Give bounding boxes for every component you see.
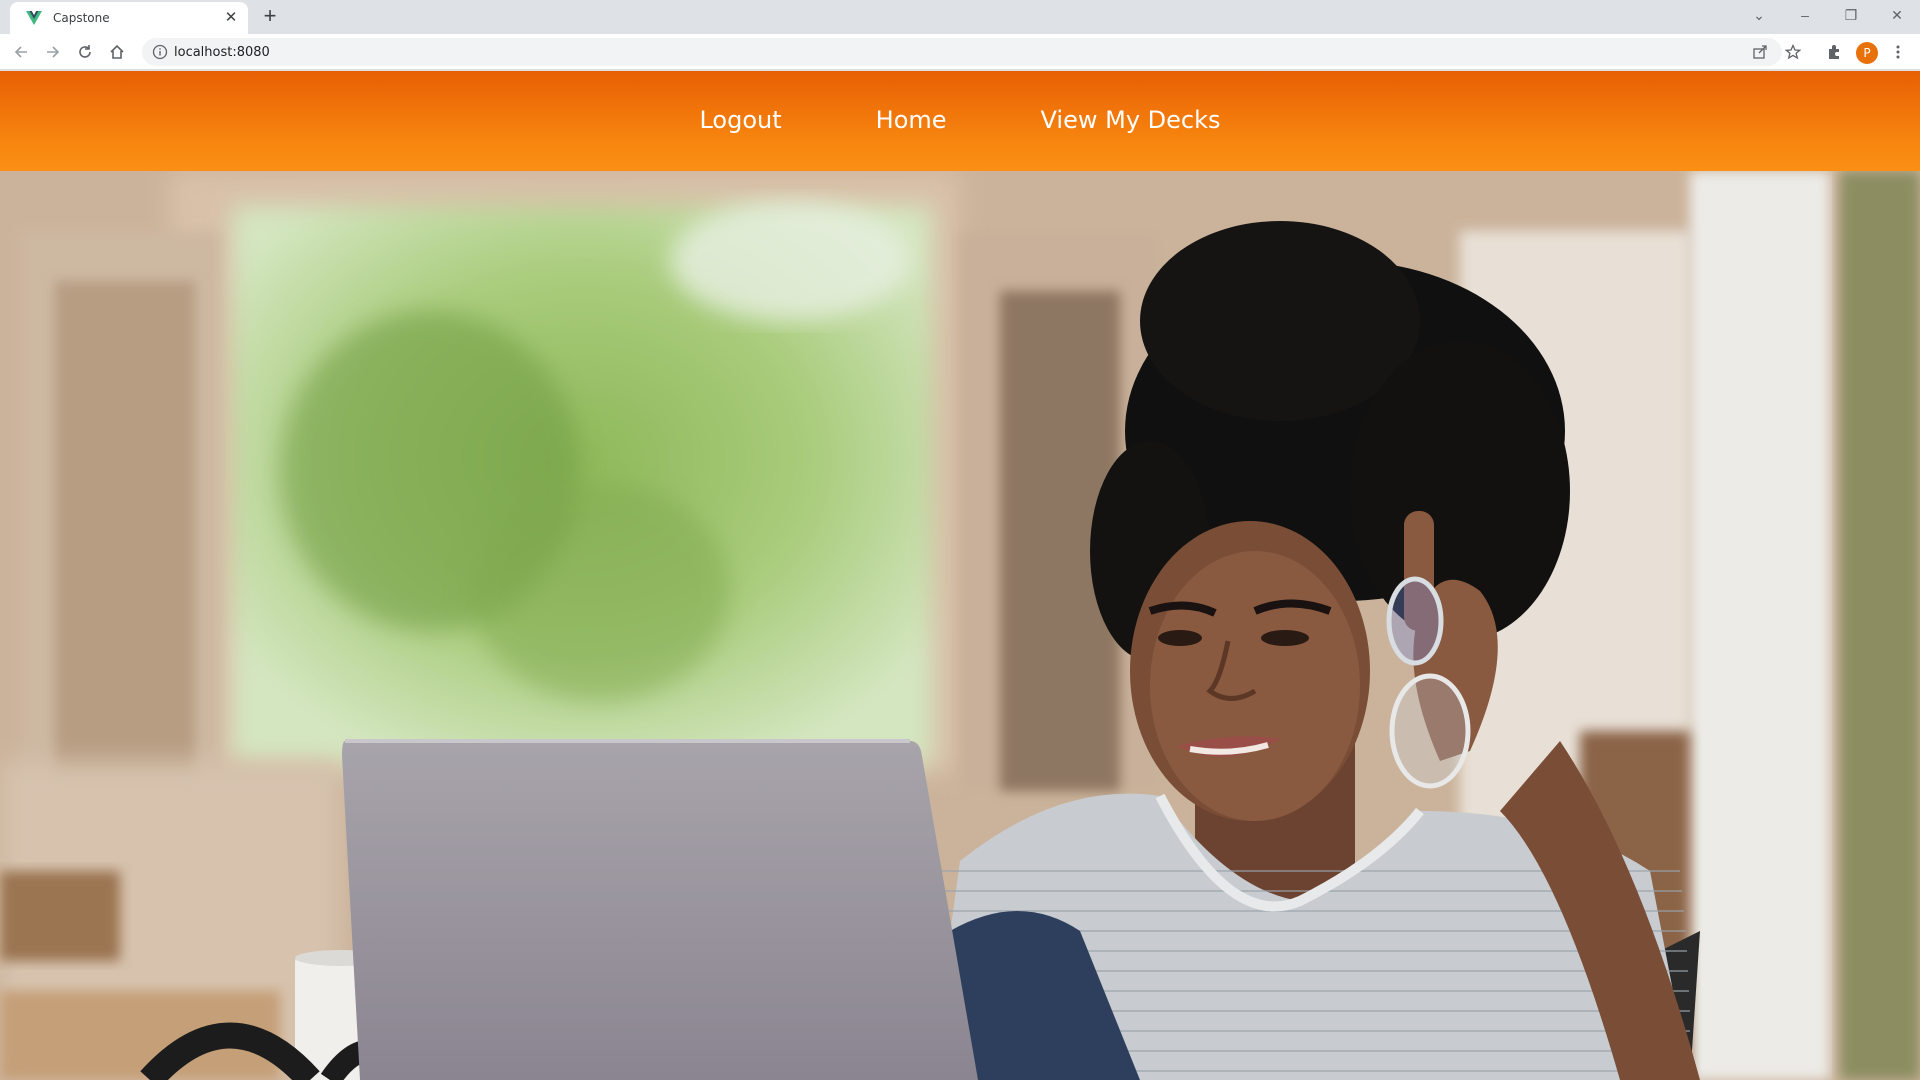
home-icon[interactable] <box>105 40 129 64</box>
nav-home-link[interactable]: Home <box>876 106 947 134</box>
profile-avatar[interactable]: P <box>1856 42 1878 64</box>
menu-kebab-icon[interactable] <box>1886 40 1910 64</box>
extensions-icon[interactable] <box>1822 40 1846 64</box>
back-icon[interactable] <box>9 40 33 64</box>
share-icon[interactable] <box>1748 40 1772 64</box>
reload-icon[interactable] <box>73 40 97 64</box>
bookmark-star-icon[interactable] <box>1781 40 1805 64</box>
forward-icon[interactable] <box>41 40 65 64</box>
browser-tab[interactable]: Capstone ✕ <box>10 2 248 34</box>
tab-title: Capstone <box>53 11 110 25</box>
minimize-icon[interactable]: – <box>1788 4 1822 26</box>
woman-laptop-photo-icon <box>0 171 1920 1080</box>
address-bar[interactable]: localhost:8080 <box>142 38 1782 66</box>
top-navbar: Logout Home View My Decks <box>0 71 1920 171</box>
vue-logo-icon <box>26 11 42 25</box>
tab-search-icon[interactable]: ⌄ <box>1742 4 1776 26</box>
hero-image <box>0 171 1920 1080</box>
close-tab-icon[interactable]: ✕ <box>222 9 240 27</box>
nav-logout-link[interactable]: Logout <box>699 106 781 134</box>
new-tab-icon[interactable]: + <box>258 5 282 29</box>
url-text: localhost:8080 <box>174 45 270 60</box>
nav-view-my-decks-link[interactable]: View My Decks <box>1041 106 1221 134</box>
browser-tabstrip: Capstone ✕ + ⌄ – ❐ ✕ <box>0 0 1920 34</box>
window-close-icon[interactable]: ✕ <box>1880 4 1914 26</box>
restore-icon[interactable]: ❐ <box>1834 4 1868 26</box>
web-page: Logout Home View My Decks <box>0 71 1920 1080</box>
browser-toolbar: localhost:8080 P <box>0 34 1920 70</box>
site-info-icon[interactable] <box>152 44 168 60</box>
